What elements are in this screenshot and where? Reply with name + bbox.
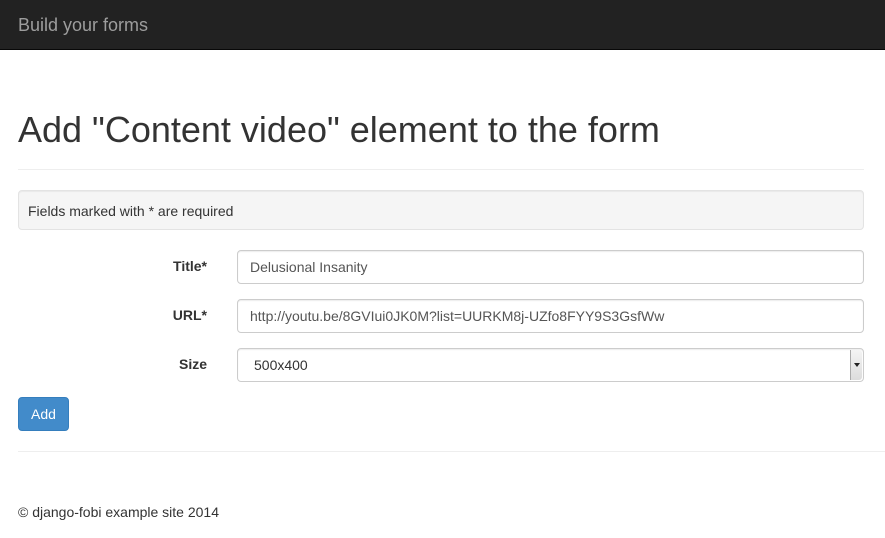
form-row-size: Size 500x400 (18, 348, 864, 382)
add-button[interactable]: Add (18, 397, 69, 431)
title-input[interactable] (237, 250, 864, 284)
size-select[interactable]: 500x400 (237, 348, 864, 382)
url-input[interactable] (237, 299, 864, 333)
form-row-title: Title* (18, 250, 864, 284)
footer-divider (18, 451, 885, 452)
page-header: Add "Content video" element to the form (18, 108, 864, 170)
url-label: URL* (172, 307, 207, 323)
required-fields-notice-text: Fields marked with * are required (28, 203, 234, 219)
chevron-down-icon[interactable] (850, 350, 862, 380)
form-row-url: URL* (18, 299, 864, 333)
size-select-value: 500x400 (254, 357, 308, 373)
navbar-brand-link[interactable]: Build your forms (18, 14, 148, 36)
top-navbar: Build your forms (0, 0, 885, 50)
required-fields-notice: Fields marked with * are required (18, 190, 864, 230)
title-label: Title* (173, 258, 207, 274)
size-label: Size (178, 356, 207, 372)
footer-copyright: © django-fobi example site 2014 (18, 504, 219, 520)
page-title: Add "Content video" element to the form (18, 109, 660, 150)
